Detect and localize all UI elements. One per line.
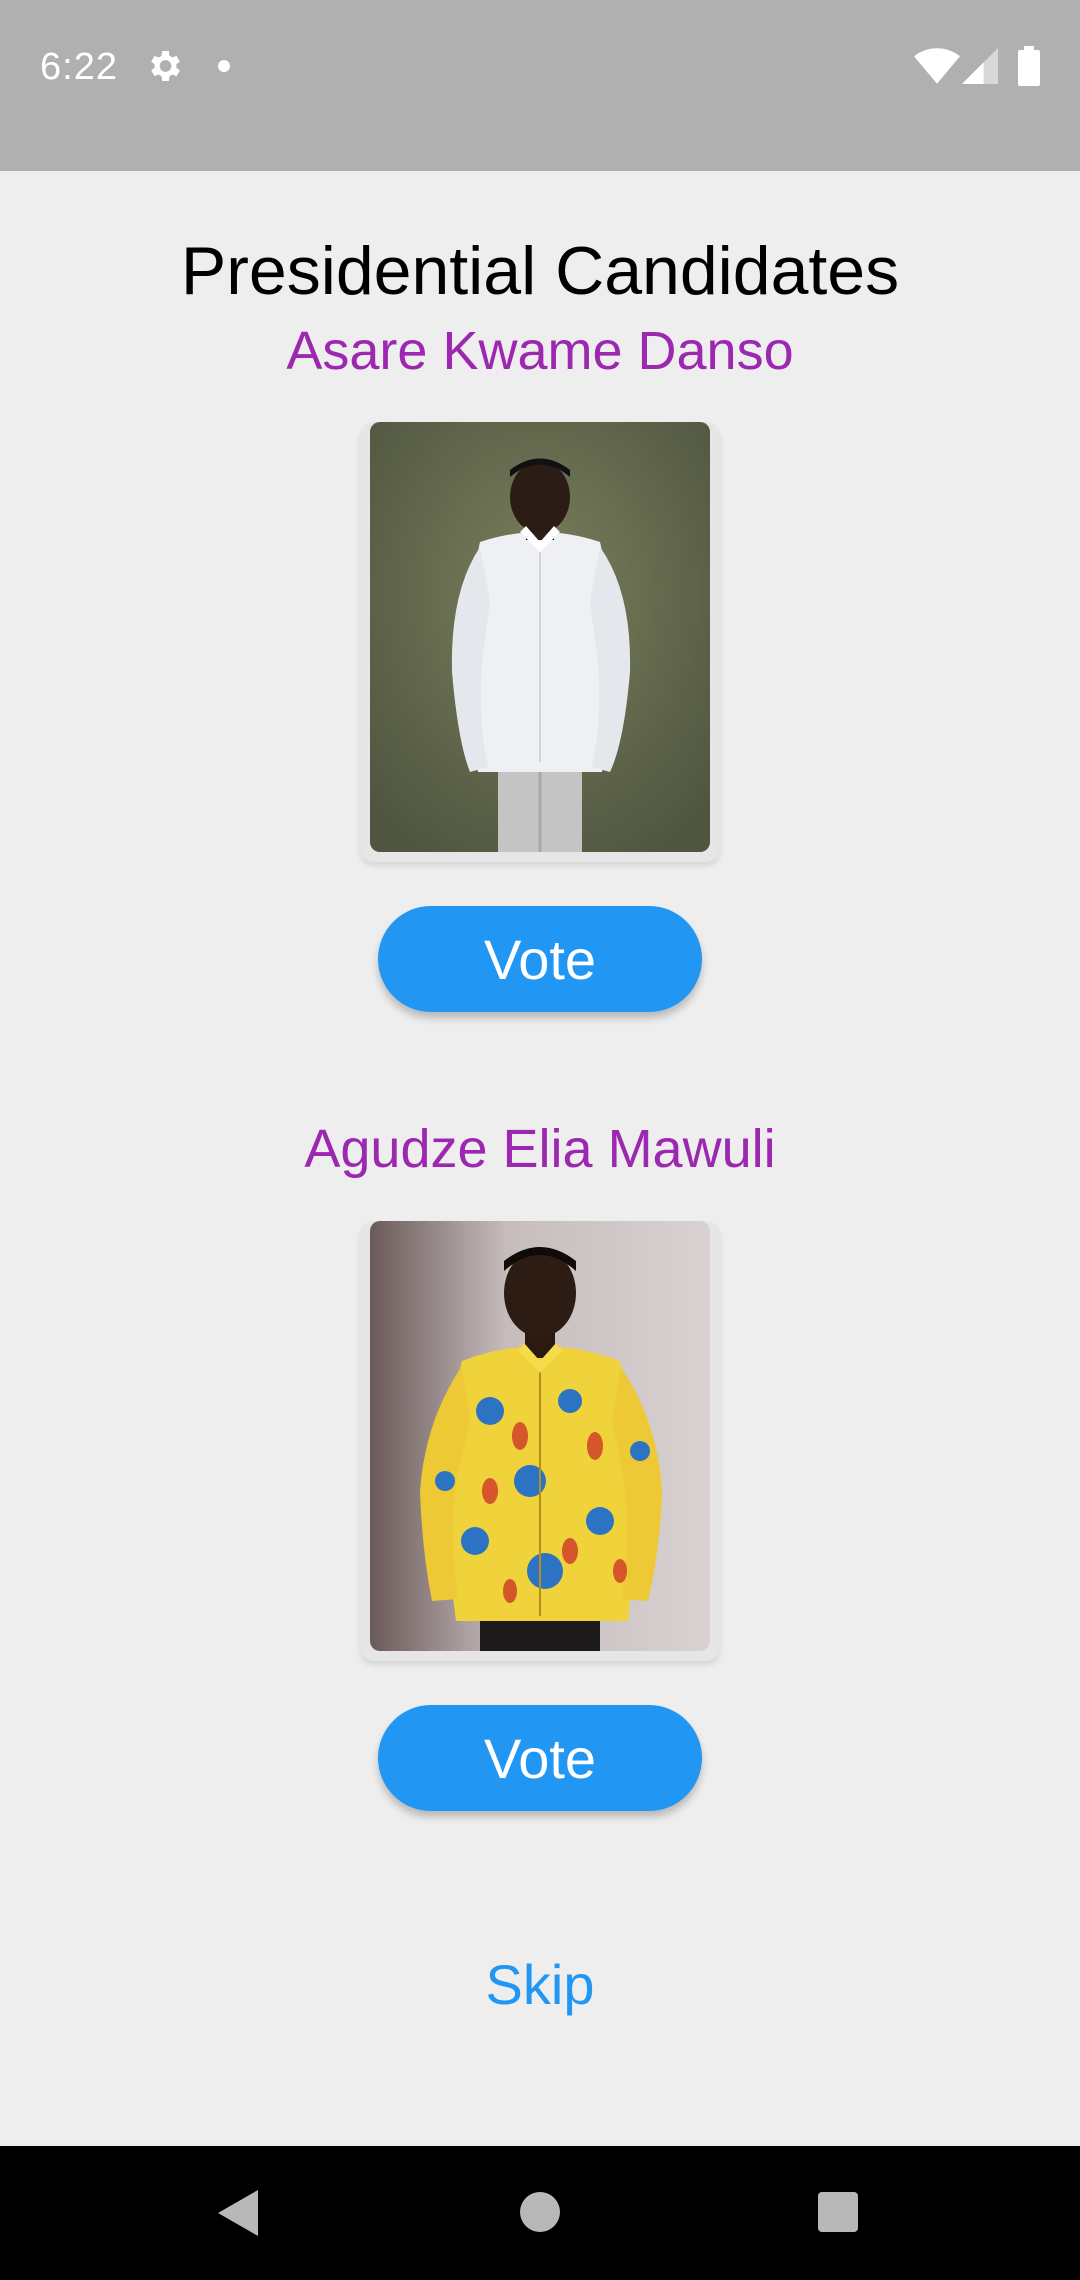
back-icon[interactable] — [218, 2190, 258, 2236]
battery-icon — [1018, 46, 1040, 86]
candidate-photo-image — [370, 422, 710, 852]
candidate-name: Agudze Elia Mawuli — [304, 1119, 776, 1179]
screen: 6:22 Presidential Candidates Asare Kwame… — [0, 0, 1080, 2280]
candidate-photo-card — [360, 1221, 720, 1661]
candidate-photo — [370, 1221, 710, 1651]
candidate-photo — [370, 422, 710, 852]
navigation-bar — [0, 2146, 1080, 2280]
page-title: Presidential Candidates — [180, 233, 900, 309]
recents-icon[interactable] — [818, 2192, 858, 2232]
home-icon[interactable] — [520, 2192, 560, 2232]
wifi-icon — [914, 48, 960, 84]
signal-icon — [962, 48, 998, 84]
skip-button[interactable]: Skip — [0, 1952, 1080, 2017]
vote-button[interactable]: Vote — [378, 906, 702, 1012]
notification-dot-icon — [218, 60, 230, 72]
status-bar: 6:22 — [0, 0, 1080, 171]
candidate-photo-image — [370, 1221, 710, 1651]
gear-icon — [151, 51, 180, 81]
vote-button[interactable]: Vote — [378, 1705, 702, 1811]
candidate-name: Asare Kwame Danso — [286, 321, 794, 381]
status-time: 6:22 — [40, 46, 118, 88]
candidate-photo-card — [360, 422, 720, 862]
